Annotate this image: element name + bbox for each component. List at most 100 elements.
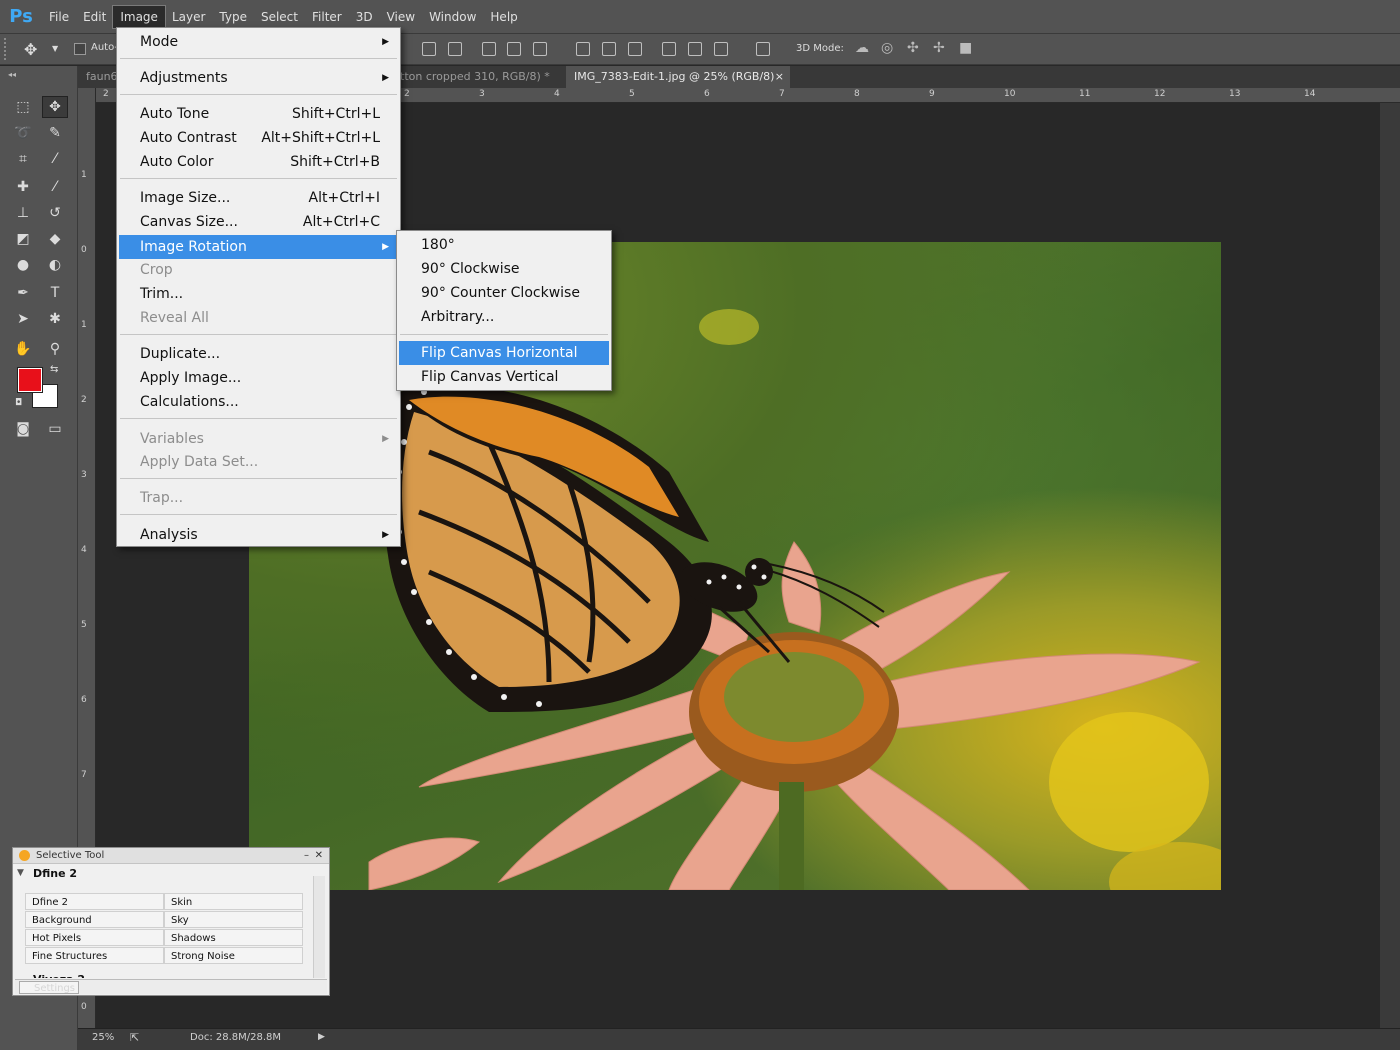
preset-button[interactable]: Background <box>25 911 164 928</box>
preset-button[interactable]: Shadows <box>164 929 303 946</box>
healing-brush-tool-icon[interactable]: ✚ <box>10 176 36 198</box>
menu-filter[interactable]: Filter <box>305 6 349 28</box>
panel-title-bar[interactable]: Selective Tool – ✕ <box>13 848 329 864</box>
tab-cropped-310[interactable]: tton cropped 310, RGB/8) * <box>392 66 558 88</box>
menu-help[interactable]: Help <box>483 6 524 28</box>
auto-select-checkbox[interactable] <box>74 43 86 55</box>
distribute-top-icon[interactable] <box>576 42 590 56</box>
preset-button[interactable]: Dfine 2 <box>25 893 164 910</box>
collapse-icon[interactable]: ◂◂ <box>8 70 16 79</box>
quick-mask-icon[interactable]: ◙ <box>10 418 36 440</box>
menu-select[interactable]: Select <box>254 6 305 28</box>
tab-img-7383[interactable]: IMG_7383-Edit-1.jpg @ 25% (RGB/8) × <box>566 66 790 88</box>
paint-bucket-tool-icon[interactable]: ◆ <box>42 228 68 250</box>
close-icon[interactable]: × <box>775 66 784 88</box>
3d-drag-icon[interactable]: ✣ <box>907 40 919 56</box>
hand-tool-icon[interactable]: ✋ <box>10 338 36 360</box>
panel-scrollbar[interactable] <box>313 876 325 978</box>
clone-stamp-tool-icon[interactable]: ⊥ <box>10 202 36 224</box>
menu-window[interactable]: Window <box>422 6 483 28</box>
custom-shape-tool-icon[interactable]: ✱ <box>42 308 68 330</box>
blur-tool-icon[interactable]: ● <box>10 254 36 276</box>
marquee-tool-icon[interactable]: ⬚ <box>10 96 36 118</box>
align-top-icon[interactable] <box>422 42 436 56</box>
type-tool-icon[interactable]: T <box>42 282 68 304</box>
screen-mode-icon[interactable]: ▭ <box>42 418 68 440</box>
menu-item-trim[interactable]: Trim... <box>119 282 398 306</box>
align-vcenter-icon[interactable] <box>448 42 462 56</box>
preset-button[interactable]: Hot Pixels <box>25 929 164 946</box>
menu-edit[interactable]: Edit <box>76 6 113 28</box>
menu-item-rotate-180[interactable]: 180° <box>399 233 609 257</box>
lasso-tool-icon[interactable]: ➰ <box>10 122 36 144</box>
distribute-left-icon[interactable] <box>662 42 676 56</box>
menu-item-flip-canvas-vertical[interactable]: Flip Canvas Vertical <box>399 365 609 389</box>
eyedropper-tool-icon[interactable]: ⁄ <box>42 148 68 170</box>
menu-item-auto-contrast[interactable]: Auto Contrast Alt+Shift+Ctrl+L <box>119 126 398 150</box>
section-viveza-2[interactable]: Viveza 2 <box>33 972 233 978</box>
export-icon[interactable]: ⇱ <box>130 1031 139 1044</box>
options-grip[interactable] <box>4 38 10 60</box>
menu-file[interactable]: File <box>42 6 76 28</box>
menu-item-adjustments[interactable]: Adjustments ▶ <box>119 66 398 90</box>
menu-item-arbitrary[interactable]: Arbitrary... <box>399 305 609 329</box>
vertical-scrollbar[interactable] <box>1380 103 1400 1028</box>
move-tool-preset-icon[interactable]: ✥ <box>24 40 37 59</box>
3d-slide-icon[interactable]: ✢ <box>933 40 945 56</box>
preset-button[interactable]: Fine Structures <box>25 947 164 964</box>
menu-item-rotate-90-cw[interactable]: 90° Clockwise <box>399 257 609 281</box>
distribute-vcenter-icon[interactable] <box>602 42 616 56</box>
swap-colors-icon[interactable]: ⇆ <box>50 364 58 375</box>
dodge-tool-icon[interactable]: ◐ <box>42 254 68 276</box>
collapse-arrow-icon[interactable]: ▼ <box>17 868 24 878</box>
distribute-bottom-icon[interactable] <box>628 42 642 56</box>
menu-item-canvas-size[interactable]: Canvas Size... Alt+Ctrl+C <box>119 210 398 234</box>
distribute-right-icon[interactable] <box>714 42 728 56</box>
eraser-tool-icon[interactable]: ◩ <box>10 228 36 250</box>
close-icon[interactable]: ✕ <box>315 848 323 864</box>
pen-tool-icon[interactable]: ✒ <box>10 282 36 304</box>
3d-rotate-icon[interactable]: ☁ <box>855 40 869 56</box>
distribute-hcenter-icon[interactable] <box>688 42 702 56</box>
3d-roll-icon[interactable]: ◎ <box>881 40 893 56</box>
menu-image[interactable]: Image <box>112 4 166 29</box>
default-colors-icon[interactable]: ◘ <box>15 398 22 408</box>
brush-tool-icon[interactable]: ⁄ <box>42 176 68 198</box>
menu-item-analysis[interactable]: Analysis ▶ <box>119 523 398 547</box>
menu-item-auto-color[interactable]: Auto Color Shift+Ctrl+B <box>119 150 398 174</box>
section-dfine-2[interactable]: Dfine 2 <box>33 867 77 880</box>
menu-item-image-rotation[interactable]: Image Rotation ▶ <box>119 235 398 259</box>
status-menu-arrow-icon[interactable]: ▶ <box>318 1032 325 1042</box>
3d-camera-icon[interactable]: ■ <box>959 40 972 56</box>
preset-button[interactable]: Skin <box>164 893 303 910</box>
menu-type[interactable]: Type <box>212 6 254 28</box>
preset-button[interactable]: Strong Noise <box>164 947 303 964</box>
menu-item-mode[interactable]: Mode ▶ <box>119 30 398 54</box>
menu-layer[interactable]: Layer <box>165 6 212 28</box>
quick-selection-tool-icon[interactable]: ✎ <box>42 122 68 144</box>
align-left-icon[interactable] <box>482 42 496 56</box>
path-selection-tool-icon[interactable]: ➤ <box>10 308 36 330</box>
move-tool-icon[interactable]: ✥ <box>42 96 68 118</box>
menu-item-flip-canvas-horizontal[interactable]: Flip Canvas Horizontal <box>399 341 609 365</box>
zoom-level[interactable]: 25% <box>92 1032 114 1043</box>
menu-view[interactable]: View <box>380 6 422 28</box>
menu-item-auto-tone[interactable]: Auto Tone Shift+Ctrl+L <box>119 102 398 126</box>
auto-align-layers-icon[interactable] <box>756 42 770 56</box>
foreground-color-swatch[interactable] <box>17 367 43 393</box>
settings-button[interactable]: Settings <box>19 981 79 994</box>
minimize-icon[interactable]: – <box>304 848 309 864</box>
align-hcenter-icon[interactable] <box>507 42 521 56</box>
crop-tool-icon[interactable]: ⌗ <box>10 148 36 170</box>
menu-item-apply-image[interactable]: Apply Image... <box>119 366 398 390</box>
menu-item-rotate-90-ccw[interactable]: 90° Counter Clockwise <box>399 281 609 305</box>
menu-item-image-size[interactable]: Image Size... Alt+Ctrl+I <box>119 186 398 210</box>
menu-item-calculations[interactable]: Calculations... <box>119 390 398 414</box>
history-brush-tool-icon[interactable]: ↺ <box>42 202 68 224</box>
zoom-tool-icon[interactable]: ⚲ <box>42 338 68 360</box>
menu-3d[interactable]: 3D <box>349 6 380 28</box>
preset-button[interactable]: Sky <box>164 911 303 928</box>
chevron-down-icon[interactable]: ▼ <box>52 44 58 53</box>
align-right-icon[interactable] <box>533 42 547 56</box>
menu-item-duplicate[interactable]: Duplicate... <box>119 342 398 366</box>
